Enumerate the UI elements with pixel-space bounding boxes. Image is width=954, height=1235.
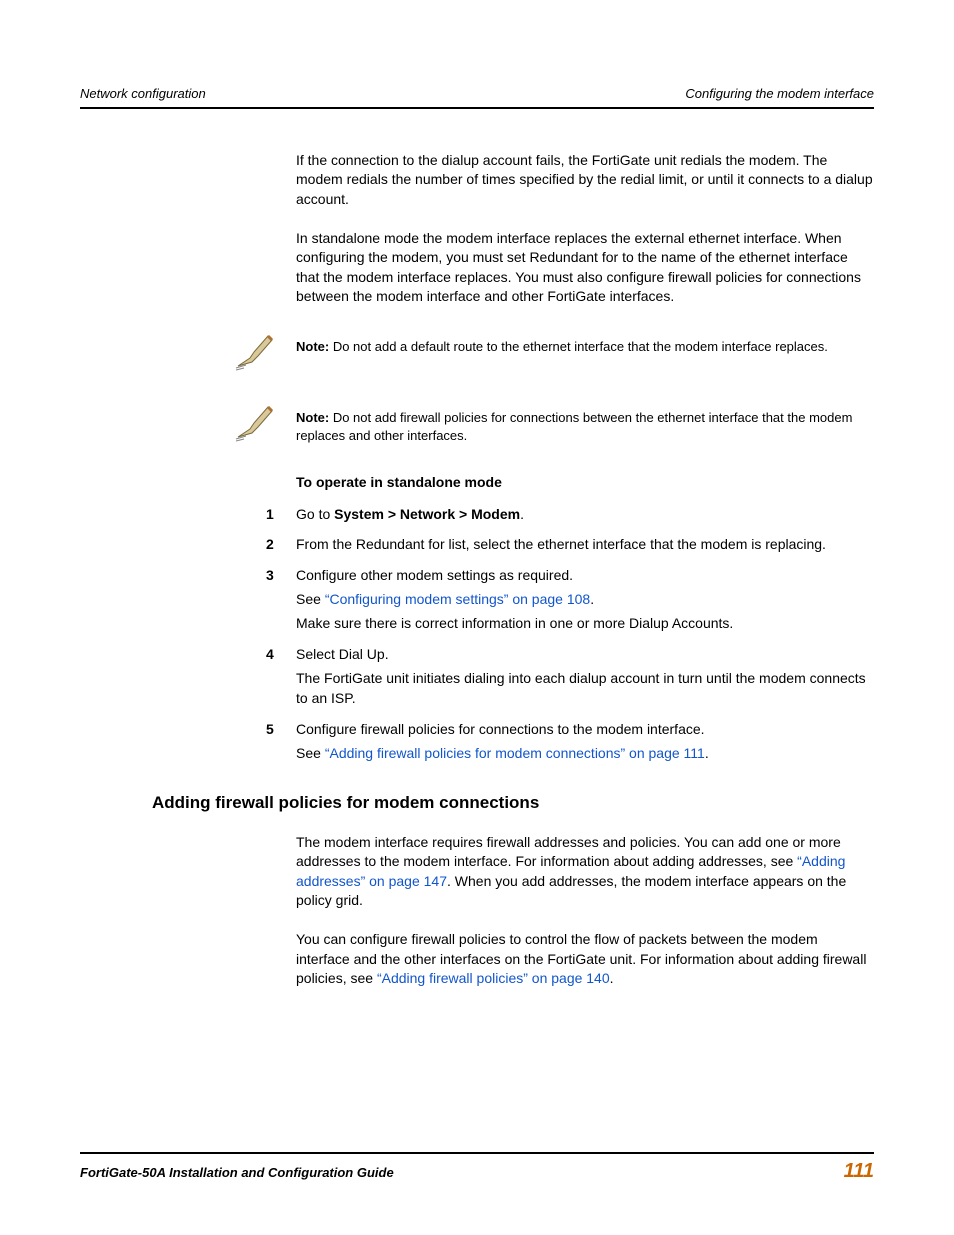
step-line: The FortiGate unit initiates dialing int… — [296, 668, 874, 709]
step-number: 4 — [266, 644, 296, 709]
link-adding-firewall-policies-modem[interactable]: “Adding firewall policies for modem conn… — [325, 745, 705, 761]
note-label: Note: — [296, 410, 329, 425]
text: See — [296, 745, 325, 761]
section2-paragraph-1: The modem interface requires firewall ad… — [296, 833, 874, 910]
step-1: 1 Go to System > Network > Modem. — [296, 504, 874, 524]
text: . — [610, 970, 614, 986]
text: The modem interface requires firewall ad… — [296, 834, 841, 869]
header-left: Network configuration — [80, 86, 206, 101]
section2-paragraph-2: You can configure firewall policies to c… — [296, 930, 874, 988]
step-text-post: . — [520, 506, 524, 522]
step-line: Configure other modem settings as requir… — [296, 565, 874, 585]
step-3: 3 Configure other modem settings as requ… — [296, 565, 874, 634]
note-icon — [232, 332, 276, 377]
step-number: 2 — [266, 534, 296, 554]
subheading-standalone: To operate in standalone mode — [296, 474, 874, 490]
step-line: Make sure there is correct information i… — [296, 613, 874, 633]
note-1: Note: Do not add a default route to the … — [80, 332, 874, 377]
note-2-text: Note: Do not add firewall policies for c… — [296, 403, 874, 445]
note-1-text: Note: Do not add a default route to the … — [296, 332, 874, 356]
header-rule — [80, 107, 874, 109]
header-right: Configuring the modem interface — [685, 86, 874, 101]
footer-page-number: 111 — [844, 1160, 874, 1183]
step-content: From the Redundant for list, select the … — [296, 534, 874, 554]
step-number: 5 — [266, 719, 296, 764]
note-icon — [232, 403, 276, 448]
paragraph-2: In standalone mode the modem interface r… — [296, 229, 874, 306]
steps-list: 1 Go to System > Network > Modem. 2 From… — [296, 504, 874, 763]
step-line: See “Adding firewall policies for modem … — [296, 743, 874, 763]
link-adding-firewall-policies[interactable]: “Adding firewall policies” on page 140 — [377, 970, 610, 986]
link-configuring-modem-settings[interactable]: “Configuring modem settings” on page 108 — [325, 591, 590, 607]
step-content: Configure other modem settings as requir… — [296, 565, 874, 634]
page-header: Network configuration Configuring the mo… — [80, 86, 874, 105]
step-line: Configure firewall policies for connecti… — [296, 719, 874, 739]
footer-rule — [80, 1152, 874, 1154]
step-content: Select Dial Up. The FortiGate unit initi… — [296, 644, 874, 709]
footer-title: FortiGate-50A Installation and Configura… — [80, 1165, 394, 1180]
note-body: Do not add firewall policies for connect… — [296, 410, 852, 443]
page: Network configuration Configuring the mo… — [0, 0, 954, 1235]
step-2: 2 From the Redundant for list, select th… — [296, 534, 874, 554]
note-label: Note: — [296, 339, 329, 354]
text: . — [590, 591, 594, 607]
note-2: Note: Do not add firewall policies for c… — [80, 403, 874, 448]
page-footer: FortiGate-50A Installation and Configura… — [80, 1152, 874, 1183]
step-line: See “Configuring modem settings” on page… — [296, 589, 874, 609]
heading-adding-firewall-policies: Adding firewall policies for modem conne… — [152, 793, 874, 813]
step-text-bold: System > Network > Modem — [334, 506, 520, 522]
step-content: Configure firewall policies for connecti… — [296, 719, 874, 764]
step-text-pre: Go to — [296, 506, 334, 522]
text: . — [705, 745, 709, 761]
step-number: 1 — [266, 504, 296, 524]
step-4: 4 Select Dial Up. The FortiGate unit ini… — [296, 644, 874, 709]
paragraph-1: If the connection to the dialup account … — [296, 151, 874, 209]
step-5: 5 Configure firewall policies for connec… — [296, 719, 874, 764]
step-number: 3 — [266, 565, 296, 634]
step-line: Select Dial Up. — [296, 644, 874, 664]
text: See — [296, 591, 325, 607]
note-body: Do not add a default route to the ethern… — [329, 339, 828, 354]
step-content: Go to System > Network > Modem. — [296, 504, 874, 524]
